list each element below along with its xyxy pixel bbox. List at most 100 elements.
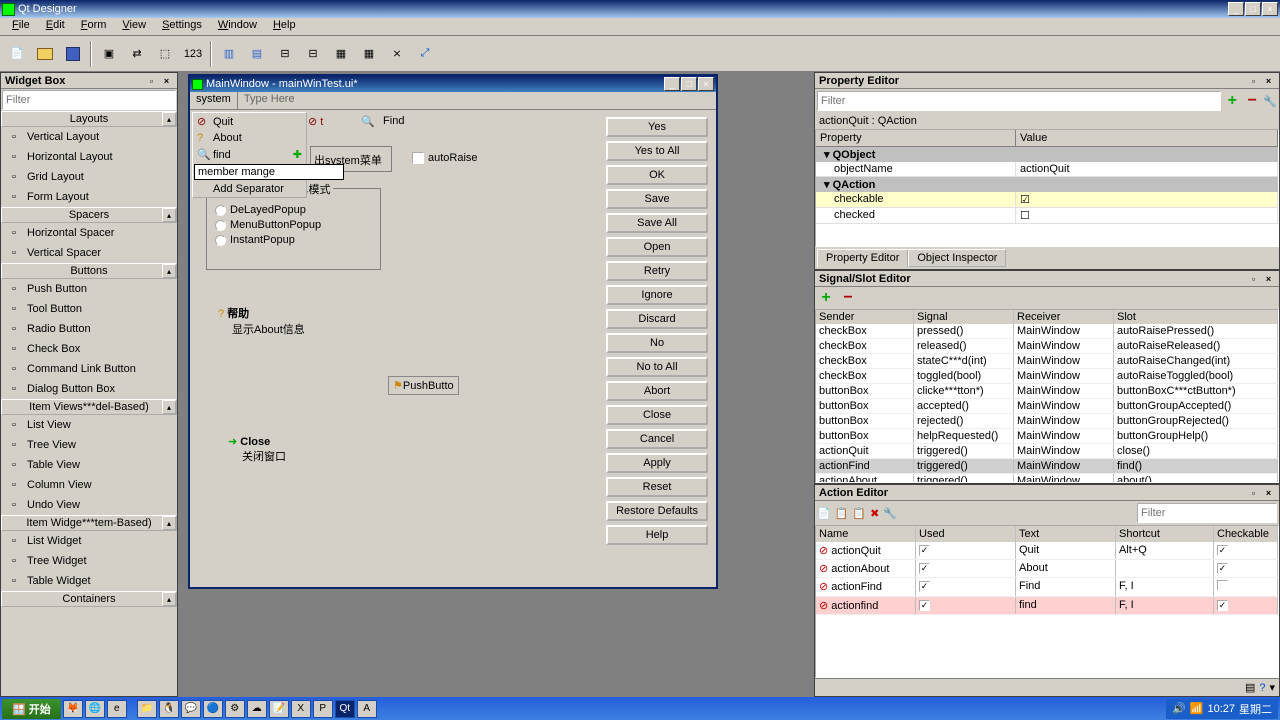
minimize-button[interactable]: _ (1228, 2, 1244, 16)
remove-signal-icon[interactable]: − (839, 289, 857, 307)
commandlink-help[interactable]: ? 帮助 显示About信息 (218, 305, 305, 337)
view-mode-icon[interactable]: ▤ (1245, 681, 1255, 694)
dialog-button[interactable]: No (606, 333, 708, 353)
menu-help[interactable]: Help (265, 18, 304, 35)
signal-row[interactable]: buttonBoxrejected()MainWindowbuttonGroup… (816, 414, 1278, 429)
layout-v-button[interactable]: ▤ (244, 41, 270, 67)
action-filter-input[interactable] (1137, 503, 1277, 523)
taskbar-app-14[interactable]: A (357, 700, 377, 718)
menu-item-about[interactable]: ?About (193, 130, 306, 146)
copy-action-icon[interactable]: 📋 (835, 507, 849, 520)
toolbar-quit-icon[interactable]: ⊘ t (308, 115, 323, 128)
dialog-button[interactable]: No to All (606, 357, 708, 377)
dock-button[interactable]: ▫ (145, 74, 158, 87)
widget-item[interactable]: ▫Push Button (1, 279, 177, 299)
dialog-button[interactable]: Yes to All (606, 141, 708, 161)
adjust-size-button[interactable]: ⤢ (412, 41, 438, 67)
tab-object-inspector[interactable]: Object Inspector (908, 249, 1006, 267)
dialog-button[interactable]: Discard (606, 309, 708, 329)
widget-category[interactable]: Item Widge***tem-Based)▴ (1, 515, 177, 531)
action-row[interactable]: ⊘ actionAbout✓About✓ (816, 560, 1278, 578)
taskbar-app-1[interactable]: 🦊 (63, 700, 83, 718)
layout-vs-button[interactable]: ⊟ (300, 41, 326, 67)
configure-icon[interactable]: 🔧 (883, 507, 897, 520)
menu-form[interactable]: Form (73, 18, 115, 35)
dialog-button[interactable]: Restore Defaults (606, 501, 708, 521)
widget-category[interactable]: Containers▴ (1, 591, 177, 607)
dialog-button[interactable]: Close (606, 405, 708, 425)
find-label[interactable]: Find (383, 115, 404, 127)
signal-table[interactable]: SenderSignalReceiverSlot checkBoxpressed… (815, 309, 1279, 483)
dialog-button[interactable]: Ignore (606, 285, 708, 305)
radio-delayed[interactable]: DeLayedPopup (215, 204, 372, 216)
prop-close-icon[interactable]: × (1262, 74, 1275, 87)
menu-edit-input[interactable] (194, 164, 344, 180)
property-row[interactable]: checked☐ (816, 208, 1278, 224)
dialog-button[interactable]: Help (606, 525, 708, 545)
taskbar-app-12[interactable]: P (313, 700, 333, 718)
widget-item[interactable]: ▫Undo View (1, 495, 177, 515)
form-menubar[interactable]: system Type Here (190, 92, 716, 110)
widget-item[interactable]: ▫Horizontal Spacer (1, 223, 177, 243)
widget-category[interactable]: Item Views***del-Based)▴ (1, 399, 177, 415)
taskbar-app-2[interactable]: 🌐 (85, 700, 105, 718)
close-panel-button[interactable]: × (160, 74, 173, 87)
remove-property-icon[interactable]: − (1243, 92, 1261, 110)
widget-item[interactable]: ▫Check Box (1, 339, 177, 359)
new-action-icon[interactable]: 📄 (817, 507, 831, 520)
close-button[interactable]: × (1262, 2, 1278, 16)
dialog-button[interactable]: Retry (606, 261, 708, 281)
sig-close-icon[interactable]: × (1262, 272, 1275, 285)
signal-row[interactable]: checkBoxreleased()MainWindowautoRaiseRel… (816, 339, 1278, 354)
widget-item[interactable]: ▫Grid Layout (1, 167, 177, 187)
radio-instant[interactable]: InstantPopup (215, 234, 372, 246)
open-button[interactable] (32, 41, 58, 67)
signal-row[interactable]: actionAbouttriggered()MainWindowabout() (816, 474, 1278, 483)
act-dock-icon[interactable]: ▫ (1247, 486, 1260, 499)
widget-item[interactable]: ▫List View (1, 415, 177, 435)
dialog-button[interactable]: Yes (606, 117, 708, 137)
delete-action-icon[interactable]: ✖ (870, 507, 879, 520)
menu-settings[interactable]: Settings (154, 18, 210, 35)
taskbar-app-8[interactable]: ⚙ (225, 700, 245, 718)
signal-row[interactable]: actionQuittriggered()MainWindowclose() (816, 444, 1278, 459)
action-row[interactable]: ⊘ actionQuit✓QuitAlt+Q✓ (816, 542, 1278, 560)
property-row[interactable]: checkable☑ (816, 192, 1278, 208)
new-button[interactable]: 📄 (4, 41, 30, 67)
wrench-icon[interactable]: 🔧 (1263, 95, 1277, 108)
edit-widgets-button[interactable]: ▣ (96, 41, 122, 67)
property-table[interactable]: PropertyValue ▾ QObjectobjectNameactionQ… (815, 129, 1279, 247)
dialog-button[interactable]: OK (606, 165, 708, 185)
form-max-button[interactable]: □ (681, 77, 697, 91)
widget-item[interactable]: ▫Tree Widget (1, 551, 177, 571)
taskbar-app-4[interactable]: 📁 (137, 700, 157, 718)
widget-item[interactable]: ▫Tool Button (1, 299, 177, 319)
taskbar-app-6[interactable]: 💬 (181, 700, 201, 718)
widget-category[interactable]: Buttons▴ (1, 263, 177, 279)
property-filter-input[interactable] (817, 91, 1221, 111)
form-menu-system[interactable]: system (190, 92, 238, 109)
signal-row[interactable]: checkBoxstateC***d(int)MainWindowautoRai… (816, 354, 1278, 369)
widget-item[interactable]: ▫Table View (1, 455, 177, 475)
widget-category[interactable]: Spacers▴ (1, 207, 177, 223)
dialog-button[interactable]: Cancel (606, 429, 708, 449)
widget-box-filter-input[interactable] (3, 91, 175, 109)
property-group[interactable]: ▾ QAction (816, 177, 1278, 192)
radio-menubutton[interactable]: MenuButtonPopup (215, 219, 372, 231)
maximize-button[interactable]: □ (1245, 2, 1261, 16)
menu-add-separator[interactable]: Add Separator (193, 181, 306, 197)
menu-view[interactable]: View (114, 18, 154, 35)
widget-item[interactable]: ▫Vertical Layout (1, 127, 177, 147)
signal-row[interactable]: checkBoxpressed()MainWindowautoRaisePres… (816, 324, 1278, 339)
form-min-button[interactable]: _ (664, 77, 680, 91)
dialog-button[interactable]: Reset (606, 477, 708, 497)
menu-icon[interactable]: ▾ (1269, 681, 1275, 694)
widget-item[interactable]: ▫Column View (1, 475, 177, 495)
commandlink-close[interactable]: ➜ Close 关闭窗口 (228, 435, 286, 464)
start-button[interactable]: 🪟 开始 (2, 699, 61, 719)
action-row[interactable]: ⊘ actionFind✓FindF, I (816, 578, 1278, 597)
autoraise-checkbox[interactable]: autoRaise (412, 152, 478, 164)
sig-dock-icon[interactable]: ▫ (1247, 272, 1260, 285)
property-row[interactable]: objectNameactionQuit (816, 162, 1278, 177)
save-button[interactable] (60, 41, 86, 67)
